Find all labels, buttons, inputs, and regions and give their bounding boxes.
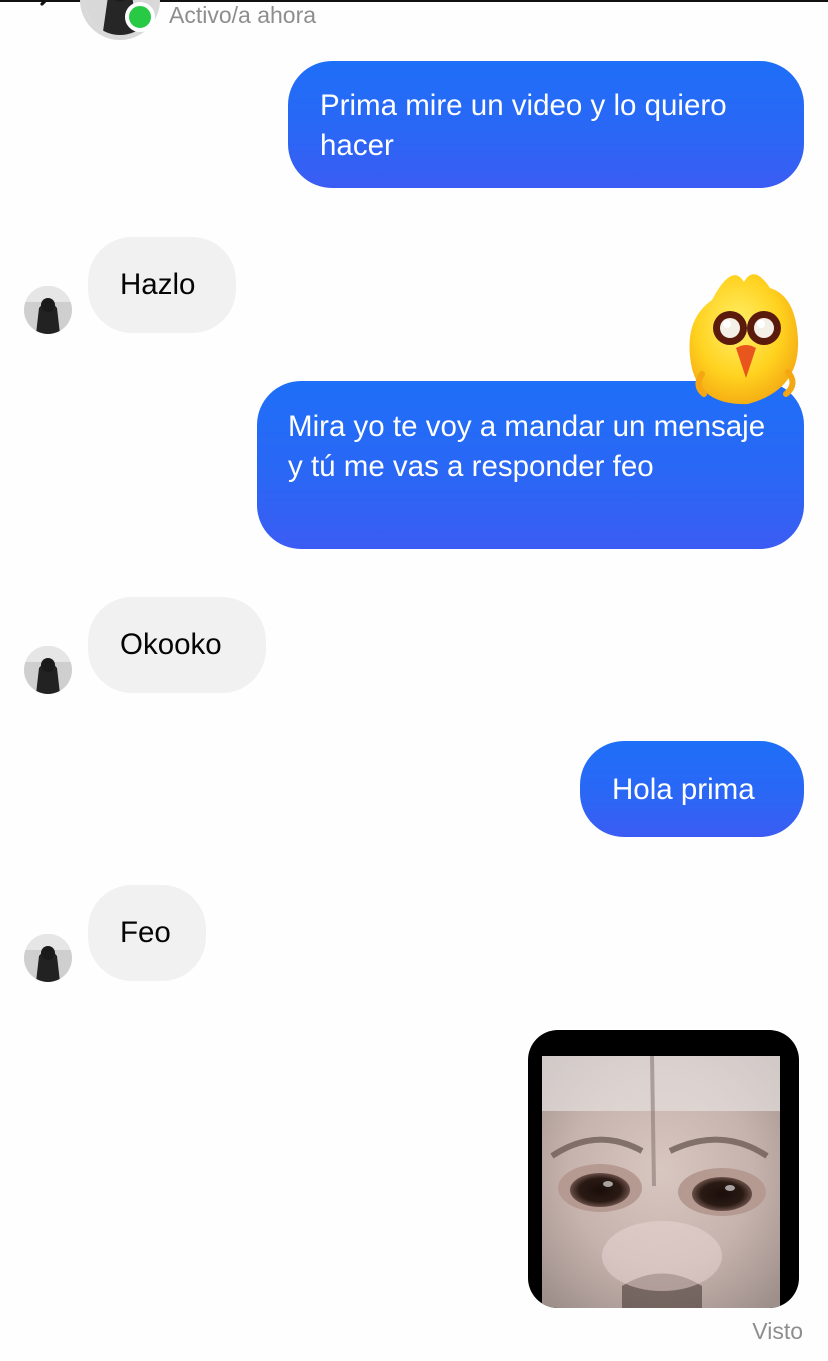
sent-message-bubble[interactable]: Hola prima	[580, 741, 804, 837]
chat-screen: Activo/a ahora Prima mire un video y lo …	[0, 0, 828, 1361]
message-text: Mira yo te voy a mandar un mensaje y tú …	[288, 410, 766, 483]
message-text: Hazlo	[120, 268, 196, 301]
contact-avatar-small[interactable]	[24, 934, 72, 982]
received-message-bubble[interactable]: Okooko	[88, 597, 266, 693]
contact-avatar-small[interactable]	[24, 646, 72, 694]
message-text: Hola prima	[612, 773, 755, 806]
seen-receipt: Visto	[752, 1318, 803, 1344]
message-text: Prima mire un video y lo quiero hacer	[320, 89, 727, 162]
contact-avatar-small[interactable]	[24, 286, 72, 334]
message-text: Feo	[120, 916, 171, 949]
received-message-bubble[interactable]: Feo	[88, 885, 206, 981]
received-message-bubble[interactable]: Hazlo	[88, 237, 236, 333]
active-status-text: Activo/a ahora	[169, 2, 317, 28]
message-text: Okooko	[120, 628, 222, 661]
excited-chick-sticker[interactable]	[684, 262, 804, 412]
monkey-face-photo[interactable]	[528, 1030, 799, 1308]
sent-message-bubble[interactable]: Prima mire un video y lo quiero hacer	[288, 61, 804, 188]
chevron-left-icon[interactable]	[36, 0, 60, 12]
online-status-indicator	[125, 2, 155, 32]
